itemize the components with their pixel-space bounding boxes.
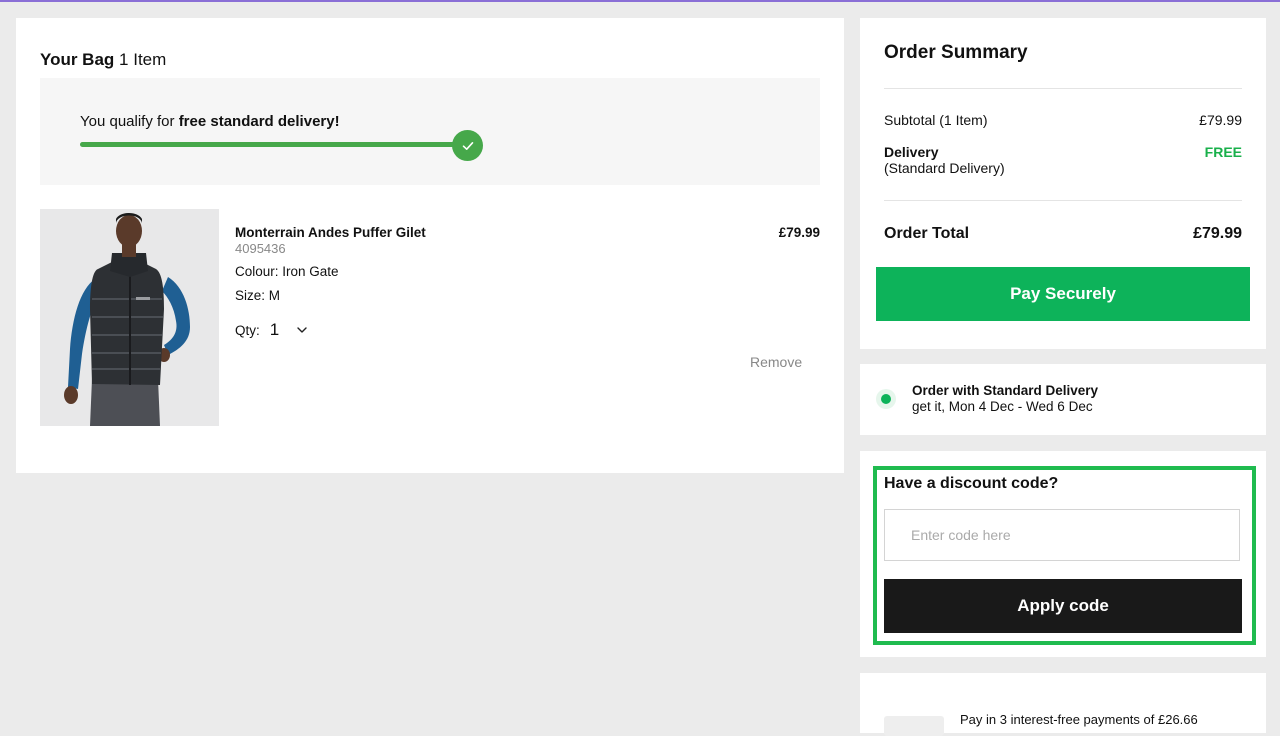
pay-securely-button[interactable]: Pay Securely [876, 267, 1250, 321]
apply-code-button[interactable]: Apply code [884, 579, 1242, 633]
quantity-selector[interactable]: Qty: 1 [235, 320, 309, 340]
divider [884, 200, 1242, 201]
product-size: Size: M [235, 288, 281, 303]
payment-provider-logo [884, 716, 944, 736]
divider [884, 88, 1242, 89]
delivery-progress-fill [80, 142, 470, 147]
discount-title: Have a discount code? [884, 475, 1059, 492]
order-summary-title: Order Summary [884, 42, 1028, 63]
free-delivery-banner: You qualify for free standard delivery! [40, 78, 820, 185]
product-code: 4095436 [235, 241, 286, 256]
product-price: £79.99 [778, 225, 820, 240]
chevron-down-icon[interactable] [295, 323, 309, 337]
delivery-option-radio[interactable] [876, 389, 896, 409]
delivery-label: Delivery [884, 144, 939, 160]
bag-panel: Your Bag 1 Item You qualify for free sta… [16, 18, 844, 473]
discount-panel: Have a discount code? Apply code [860, 451, 1266, 657]
subtotal-value: £79.99 [1199, 112, 1242, 128]
product-name[interactable]: Monterrain Andes Puffer Gilet [235, 225, 426, 240]
installments-panel: Pay in 3 interest-free payments of £26.6… [860, 673, 1266, 736]
delivery-option-dates: get it, Mon 4 Dec - Wed 6 Dec [912, 399, 1093, 414]
bag-title: Your Bag 1 Item [40, 50, 167, 69]
product-colour: Colour: Iron Gate [235, 264, 339, 279]
delivery-progress-bar [80, 142, 470, 147]
quantity-value[interactable]: 1 [270, 320, 279, 340]
bag-item-count: 1 Item [119, 50, 167, 69]
radio-selected-dot [881, 394, 891, 404]
top-accent-line [0, 0, 1280, 2]
check-icon [452, 130, 483, 161]
delivery-option-panel: Order with Standard Delivery get it, Mon… [860, 364, 1266, 435]
delivery-value: FREE [1204, 144, 1242, 160]
order-total-label: Order Total [884, 225, 970, 242]
delivery-sublabel: (Standard Delivery) [884, 160, 1005, 176]
product-image[interactable] [40, 209, 219, 426]
free-delivery-message: You qualify for free standard delivery! [80, 113, 340, 130]
discount-code-input[interactable] [884, 509, 1240, 561]
subtotal-label: Subtotal (1 Item) [884, 112, 988, 128]
order-summary-panel: Order Summary Subtotal (1 Item) £79.99 D… [860, 18, 1266, 349]
delivery-option-title[interactable]: Order with Standard Delivery [912, 383, 1098, 398]
quantity-label: Qty: [235, 322, 260, 338]
remove-item-link[interactable]: Remove [750, 354, 802, 370]
order-total-value: £79.99 [1193, 225, 1242, 242]
